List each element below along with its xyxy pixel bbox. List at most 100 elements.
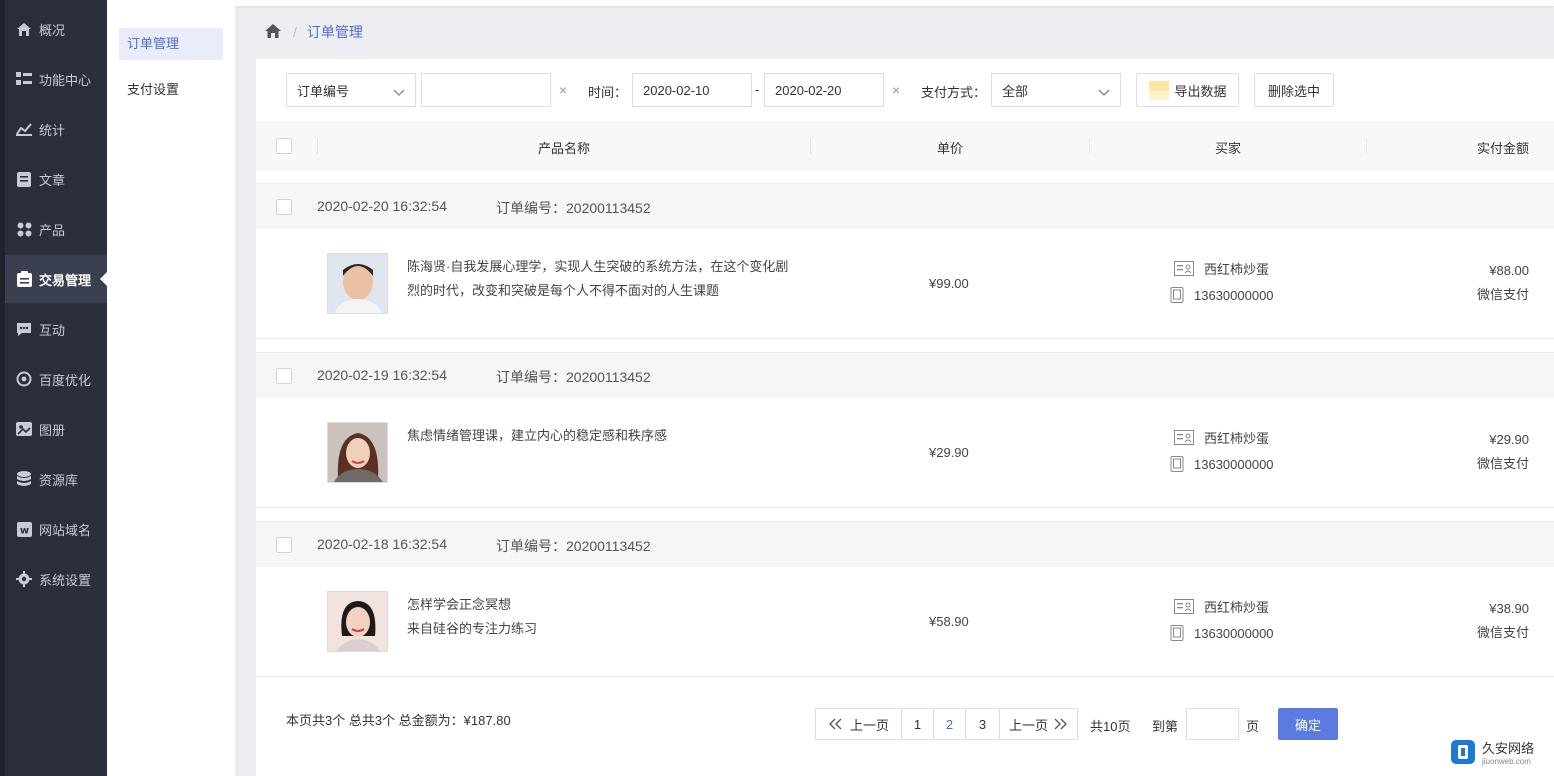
buyer-name: 西红柿炒蛋 [1204,600,1270,615]
keyword-input[interactable] [421,73,551,107]
sidebar-item-resources[interactable]: 资源库 [5,455,107,503]
breadcrumb-current: 订单管理 [306,24,363,40]
sidebar-item-seo[interactable]: 百度优化 [5,355,107,403]
function-icon [15,70,33,88]
page-1-button[interactable]: 1 [901,708,934,740]
select-all-checkbox[interactable] [276,138,292,154]
order-checkbox[interactable] [276,537,292,553]
main-sidebar: 概况 功能中心 统计 文章 产品 交易管理 互动 百度优化 图册 资源库 w 网… [0,0,107,776]
watermark-logo: 久安网络 jiuonweb.com [1450,738,1534,766]
submenu-item-payment-settings[interactable]: 支付设置 [119,74,223,106]
sidebar-item-label: 文章 [39,172,66,188]
confirm-button[interactable]: 确定 [1278,708,1338,740]
sidebar-item-label: 图册 [39,422,66,438]
product-name[interactable]: 陈海贤·自我发展心理学，实现人生突破的系统方法，在这个变化剧烈的时代，改变和突破… [407,255,797,303]
sidebar-item-gallery[interactable]: 图册 [5,405,107,453]
buyer-phone-row: 13630000000 [1170,287,1274,303]
sub-sidebar: 订单管理 支付设置 [107,0,235,776]
pay-method-label: 支付方式： [921,85,987,100]
unit-price: ¥29.90 [929,445,969,460]
export-button-label: 导出数据 [1174,83,1227,99]
sidebar-item-interaction[interactable]: 互动 [5,305,107,353]
product-icon [15,220,33,238]
header-product: 产品名称 [538,141,591,156]
double-chevron-right-icon [1054,718,1068,730]
sidebar-item-label: 系统设置 [39,572,92,588]
home-icon[interactable] [265,23,281,41]
product-thumbnail[interactable] [327,591,388,652]
folder-icon [1148,79,1170,101]
sidebar-item-functions[interactable]: 功能中心 [5,55,107,103]
order-time: 2020-02-19 16:32:54 [317,367,447,383]
page-3-button[interactable]: 3 [965,708,1000,740]
paid-amount-cell: ¥29.90 微信支付 [1439,428,1529,476]
submenu-item-orders[interactable]: 订单管理 [119,28,223,60]
product-thumbnail[interactable] [327,253,388,314]
clear-date-icon[interactable]: × [892,82,900,98]
sidebar-item-label: 互动 [39,322,66,338]
unit-price: ¥99.00 [929,276,969,291]
sidebar-item-overview[interactable]: 概况 [5,5,107,53]
field-select-value: 订单编号 [297,83,350,99]
buyer-phone: 13630000000 [1194,287,1274,303]
buyer-phone: 13630000000 [1194,625,1274,641]
date-to-input[interactable]: 2020-02-20 [764,73,884,107]
table-header: 产品名称 单价 买家 实付金额 [256,121,1554,171]
clear-keyword-icon[interactable]: × [559,82,567,98]
paid-amount: ¥29.90 [1489,432,1529,447]
sidebar-item-label: 功能中心 [39,72,92,88]
sidebar-item-articles[interactable]: 文章 [5,155,107,203]
buyer-phone-row: 13630000000 [1170,625,1274,641]
product-thumbnail[interactable] [327,422,388,483]
svg-text:w: w [19,525,28,536]
sidebar-item-transactions[interactable]: 交易管理 [5,255,107,303]
goto-label: 到第 [1152,719,1179,734]
next-page-button[interactable]: 上一页 [999,708,1078,740]
sidebar-item-stats[interactable]: 统计 [5,105,107,153]
date-from-input[interactable]: 2020-02-10 [632,73,752,107]
id-card-icon [1174,261,1194,276]
order-checkbox[interactable] [276,199,292,215]
buyer-name: 西红柿炒蛋 [1204,262,1270,277]
watermark-url: jiuonweb.com [1482,757,1531,766]
export-button[interactable]: 导出数据 [1136,73,1239,107]
goto-page-input[interactable] [1186,708,1239,740]
sidebar-item-domains[interactable]: w 网站域名 [5,505,107,553]
chat-icon [15,320,33,338]
page-summary: 本页共3个 总共3个 总金额为：¥187.80 [286,713,511,728]
page-2-button[interactable]: 2 [933,708,966,740]
table-row: 焦虑情绪管理课，建立内心的稳定感和秩序感 ¥29.90 西红柿炒蛋 136300… [256,398,1554,508]
id-card-icon [1174,430,1194,445]
order-number: 订单编号：20200113452 [496,200,651,216]
paid-amount: ¥38.90 [1489,601,1529,616]
table-row: 怎样学会正念冥想 来自硅谷的专注力练习 ¥58.90 西红柿炒蛋 1363000… [256,567,1554,677]
header-paid: 实付金额 [1477,141,1530,156]
chevron-down-icon [1098,85,1110,100]
pay-method-select[interactable]: 全部 [991,73,1121,107]
brand-logo-icon [1451,740,1475,764]
delete-selected-button[interactable]: 删除选中 [1254,73,1334,107]
product-name[interactable]: 焦虑情绪管理课，建立内心的稳定感和秩序感 [407,424,797,448]
page-unit: 页 [1246,719,1260,734]
prev-page-button[interactable]: 上一页 [815,708,902,740]
buyer-name-row: 西红柿炒蛋 [1174,428,1269,447]
buyer-name: 西红柿炒蛋 [1204,431,1270,446]
gallery-icon [15,420,33,438]
product-name[interactable]: 怎样学会正念冥想 来自硅谷的专注力练习 [407,593,797,641]
prev-page-label: 上一页 [849,717,889,733]
double-chevron-left-icon [828,718,842,730]
sidebar-item-label: 资源库 [39,472,79,488]
next-page-label: 上一页 [1008,717,1048,733]
time-label: 时间： [588,85,628,100]
phone-icon [1170,625,1184,641]
order-header: 2020-02-19 16:32:54 订单编号：20200113452 [256,352,1554,398]
order-checkbox[interactable] [276,368,292,384]
sidebar-item-settings[interactable]: 系统设置 [5,555,107,603]
breadcrumb-separator: / [293,24,297,40]
phone-icon [1170,456,1184,472]
database-icon [15,470,33,488]
sidebar-item-products[interactable]: 产品 [5,205,107,253]
field-select[interactable]: 订单编号 [286,73,416,107]
watermark-title: 久安网络 [1482,741,1535,756]
order-number: 订单编号：20200113452 [496,538,651,554]
